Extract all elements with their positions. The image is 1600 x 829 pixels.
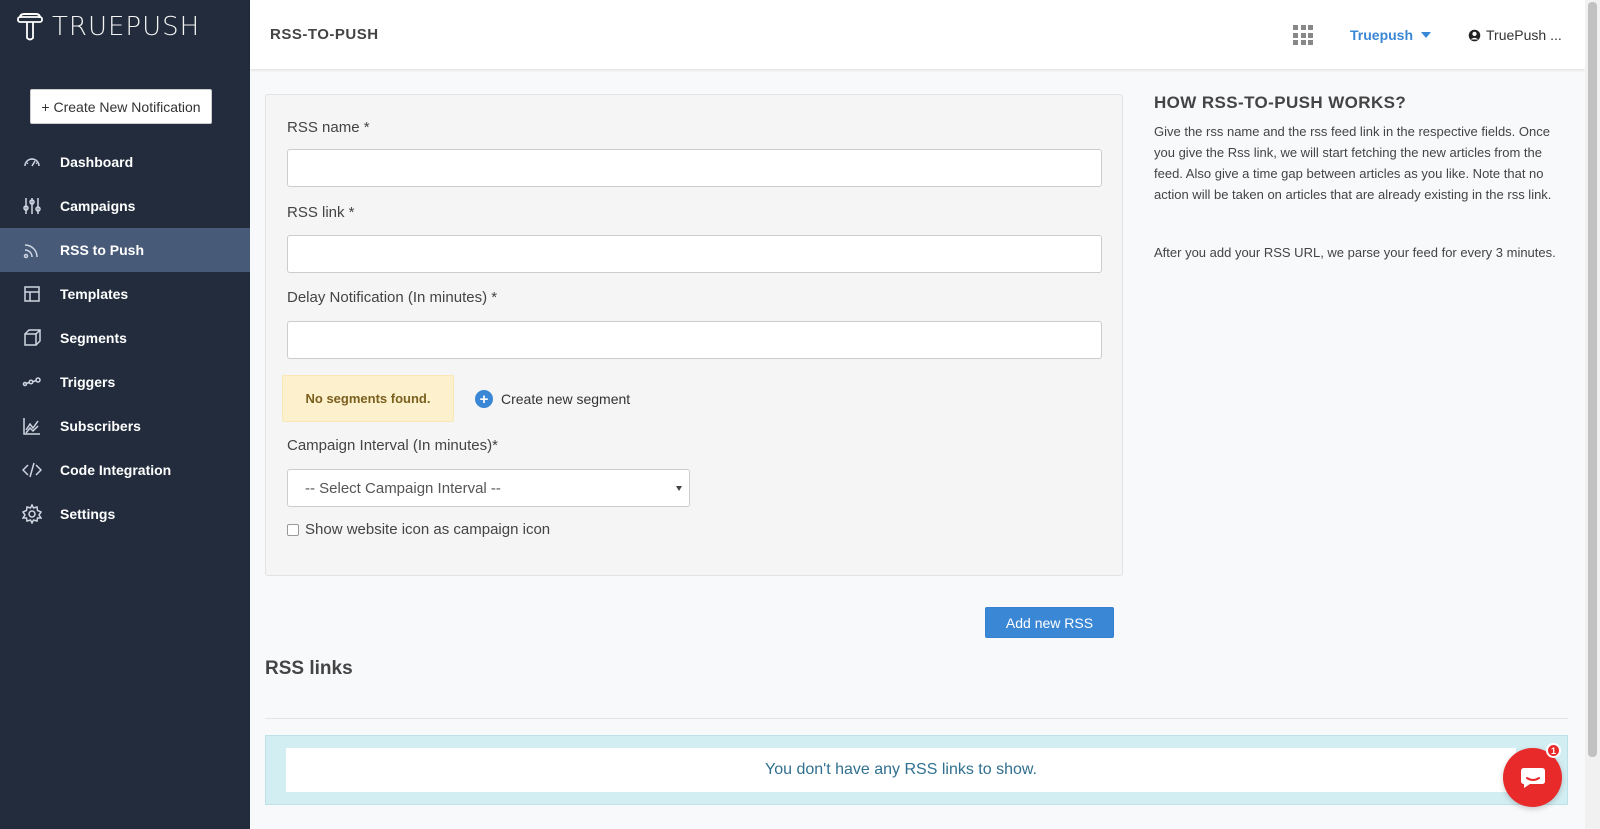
campaign-interval-value: -- Select Campaign Interval -- [305,479,501,497]
sidebar: TRUEPUSH + Create New Notification Dashb… [0,0,250,829]
rss-icon [22,240,42,260]
user-circle-icon [1468,29,1481,41]
select-caret-icon [676,486,682,491]
show-icon-checkbox[interactable] [287,523,299,536]
sidebar-item-label: Dashboard [60,154,134,170]
brand-dropdown[interactable]: Truepush [1350,27,1432,43]
sidebar-item-triggers[interactable]: Triggers [0,360,250,404]
sidebar-item-label: Code Integration [60,462,172,478]
sidebar-item-label: Triggers [60,374,116,390]
apps-grid-icon[interactable] [1293,25,1313,45]
rss-name-label: RSS name * [287,119,370,136]
chat-icon [1520,767,1545,788]
sidebar-item-segments[interactable]: Segments [0,316,250,360]
no-segments-alert: No segments found. [282,375,454,422]
truepush-logo-icon [17,13,43,41]
plus-circle-icon: + [475,390,493,408]
dashboard-icon [22,152,42,172]
sidebar-item-rss-to-push[interactable]: RSS to Push [0,228,250,272]
template-icon [22,284,42,304]
delay-notification-input[interactable] [287,321,1102,359]
empty-message: You don't have any RSS links to show. [286,748,1516,792]
scrollbar-thumb[interactable] [1588,2,1597,757]
help-paragraph-2: After you add your RSS URL, we parse you… [1154,245,1556,260]
sidebar-item-subscribers[interactable]: Subscribers [0,404,250,448]
rss-link-label: RSS link * [287,204,355,221]
page-title: RSS-TO-PUSH [270,26,379,43]
create-new-notification-button[interactable]: + Create New Notification [30,89,212,124]
rss-links-heading: RSS links [265,658,353,679]
sidebar-item-code-integration[interactable]: Code Integration [0,448,250,492]
sidebar-item-label: Campaigns [60,198,136,214]
code-icon [22,460,42,480]
campaign-interval-label: Campaign Interval (In minutes)* [287,437,498,454]
sidebar-item-templates[interactable]: Templates [0,272,250,316]
caret-down-icon [1421,32,1432,38]
campaign-interval-select[interactable]: -- Select Campaign Interval -- [287,469,690,507]
sidebar-item-label: Segments [60,330,127,346]
sidebar-item-campaigns[interactable]: Campaigns [0,184,250,228]
delay-notification-label: Delay Notification (In minutes) * [287,289,498,306]
sidebar-item-label: Settings [60,506,116,522]
rss-form-panel: RSS name * RSS link * Delay Notification… [265,94,1123,576]
create-segment-label: Create new segment [501,391,631,407]
sidebar-item-label: Subscribers [60,418,141,434]
triggers-icon [22,372,42,392]
help-title: HOW RSS-TO-PUSH WORKS? [1154,93,1407,112]
divider [265,718,1568,719]
brand-dropdown-label: Truepush [1350,27,1414,43]
sidebar-item-label: RSS to Push [60,242,145,258]
top-header: RSS-TO-PUSH Truepush TruePush ... [250,0,1585,69]
sidebar-nav: Dashboard Campaigns RSS to Push Template… [0,140,250,536]
user-dropdown-label: TruePush ... [1486,27,1562,43]
truepush-logo[interactable]: TRUEPUSH [16,12,200,42]
page-scrollbar[interactable] [1585,0,1600,829]
sidebar-item-label: Templates [60,286,129,302]
create-new-segment-link[interactable]: + Create new segment [475,390,630,408]
logo-text: TRUEPUSH [52,12,201,42]
rss-links-empty-state: You don't have any RSS links to show. [265,735,1568,805]
user-dropdown[interactable]: TruePush ... [1468,27,1562,43]
cube-icon [22,328,42,348]
chart-icon [22,416,42,436]
help-paragraph-1: Give the rss name and the rss feed link … [1154,124,1552,202]
sidebar-item-dashboard[interactable]: Dashboard [0,140,250,184]
chat-badge: 1 [1546,743,1561,758]
sidebar-item-settings[interactable]: Settings [0,492,250,536]
show-icon-label: Show website icon as campaign icon [305,521,551,538]
rss-link-input[interactable] [287,235,1102,273]
rss-name-input[interactable] [287,149,1102,187]
gear-icon [22,504,42,524]
show-icon-option: Show website icon as campaign icon [287,521,550,538]
add-new-rss-button[interactable]: Add new RSS [985,607,1114,638]
sliders-icon [22,196,42,216]
